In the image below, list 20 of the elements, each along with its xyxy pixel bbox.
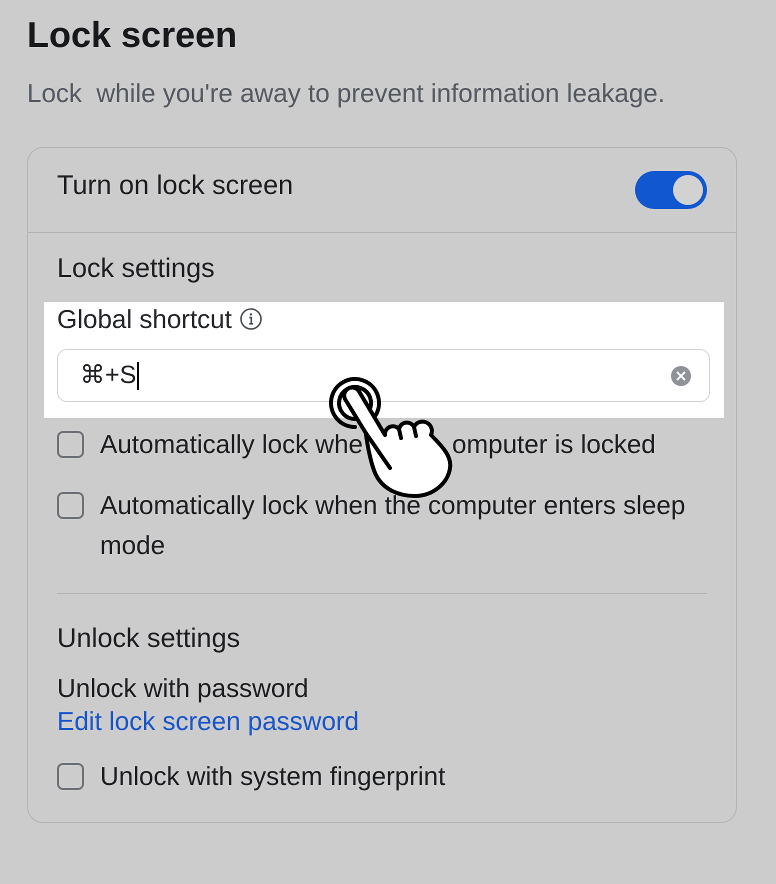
- option-label: Automatically lock whe: [100, 429, 363, 459]
- password-label: Unlock with password: [57, 672, 308, 705]
- edit-password-link[interactable]: Edit lock screen password: [57, 705, 360, 738]
- page-subtitle: Lock while you're away to prevent information leakage.: [27, 77, 665, 109]
- option-label: omputer is locked: [452, 429, 656, 459]
- option-label: Unlock with system fingerprint: [100, 760, 446, 793]
- section-heading: Unlock settings: [57, 622, 240, 655]
- checkbox[interactable]: [57, 762, 84, 790]
- checkbox[interactable]: [57, 430, 84, 458]
- section-heading: Lock settings: [57, 252, 215, 285]
- field-label: Global shortcut: [57, 302, 232, 336]
- toggle-switch[interactable]: [635, 171, 707, 209]
- clear-icon[interactable]: [671, 366, 691, 386]
- option-label: Automatically lock when the computer enters sleep mode: [100, 489, 686, 562]
- shortcut-input[interactable]: ⌘+S: [57, 349, 710, 402]
- checkbox[interactable]: [57, 492, 84, 518]
- info-icon[interactable]: [240, 308, 262, 330]
- page-title: Lock screen: [27, 13, 238, 57]
- toggle-label: Turn on lock screen: [57, 169, 294, 202]
- text-cursor-icon: [137, 362, 140, 390]
